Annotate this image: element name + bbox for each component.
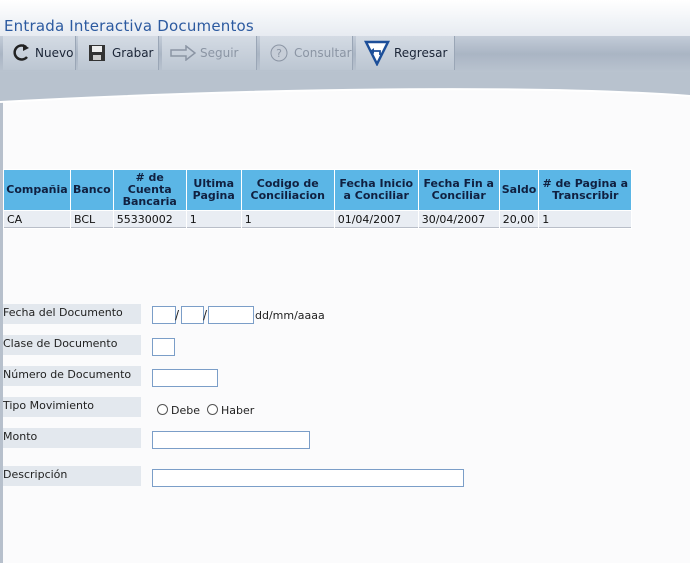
amount-input[interactable] [152, 431, 310, 449]
column-header: Codigo de Conciliacion [241, 170, 334, 210]
document-date-month-input[interactable] [181, 306, 204, 324]
document-number-label: Número de Documento [3, 366, 141, 386]
table-cell: CA [4, 211, 70, 228]
header-swoosh [0, 72, 690, 103]
table-header-row: Compañia Banco # de Cuenta Bancaria Ulti… [4, 170, 632, 210]
table-cell: 55330002 [113, 211, 186, 228]
save-button-label: Grabar [112, 46, 154, 60]
table-cell: BCL [71, 211, 113, 228]
table-cell: 1 [241, 211, 334, 228]
table-cell: 30/04/2007 [418, 211, 499, 228]
document-date-day-input[interactable] [152, 306, 176, 324]
arrow-right-icon [170, 42, 196, 64]
column-header: # de Cuenta Bancaria [113, 170, 186, 210]
document-date-label: Fecha del Documento [3, 304, 141, 324]
back-button[interactable]: Regresar [356, 36, 455, 70]
date-format-hint: dd/mm/aaaa [255, 309, 325, 322]
date-separator: / [203, 308, 208, 322]
save-button[interactable]: Grabar [78, 36, 159, 70]
debe-radio[interactable] [157, 404, 168, 415]
column-header: Saldo [499, 170, 539, 210]
continue-button-label: Seguir [200, 46, 239, 60]
new-button-label: Nuevo [35, 46, 74, 60]
column-header: Compañia [4, 170, 70, 210]
document-date-year-input[interactable] [208, 306, 254, 324]
query-button[interactable]: ? Consultar [260, 36, 353, 70]
table-cell: 1 [186, 211, 241, 228]
column-header: Banco [71, 170, 113, 210]
query-button-label: Consultar [294, 46, 352, 60]
column-header: Ultima Pagina [186, 170, 241, 210]
new-arrow-icon [11, 42, 33, 64]
haber-radio-label: Haber [221, 404, 255, 417]
table-cell: 1 [539, 211, 632, 228]
account-table: Compañia Banco # de Cuenta Bancaria Ulti… [3, 169, 633, 229]
column-header: Fecha Fin a Conciliar [418, 170, 499, 210]
table-cell: 01/04/2007 [334, 211, 418, 228]
column-header: Fecha Inicio a Conciliar [334, 170, 418, 210]
date-separator: / [175, 308, 180, 322]
title-bar: Entrada Interactiva Documentos [0, 0, 690, 36]
document-number-input[interactable] [152, 369, 218, 387]
movement-type-label: Tipo Movimiento [3, 397, 141, 417]
document-class-label: Clase de Documento [3, 335, 141, 355]
debe-radio-label: Debe [171, 404, 200, 417]
help-question-icon: ? [268, 42, 290, 64]
back-arrow-icon [364, 40, 390, 66]
continue-button[interactable]: Seguir [162, 36, 257, 70]
toolbar: Nuevo Grabar Seguir ? Consultar Regresar [0, 36, 690, 72]
table-cell: 20,00 [499, 211, 539, 228]
haber-radio[interactable] [207, 404, 218, 415]
description-input[interactable] [152, 469, 464, 487]
page-title: Entrada Interactiva Documentos [4, 17, 254, 35]
column-header: # de Pagina a Transcribir [539, 170, 632, 210]
description-label: Descripción [3, 466, 141, 486]
document-class-input[interactable] [152, 338, 175, 356]
svg-text:?: ? [276, 47, 282, 60]
back-button-label: Regresar [394, 46, 448, 60]
amount-label: Monto [3, 428, 141, 448]
table-row[interactable]: CA BCL 55330002 1 1 01/04/2007 30/04/200… [4, 211, 632, 228]
new-button[interactable]: Nuevo [3, 36, 76, 70]
save-disk-icon [86, 42, 108, 64]
